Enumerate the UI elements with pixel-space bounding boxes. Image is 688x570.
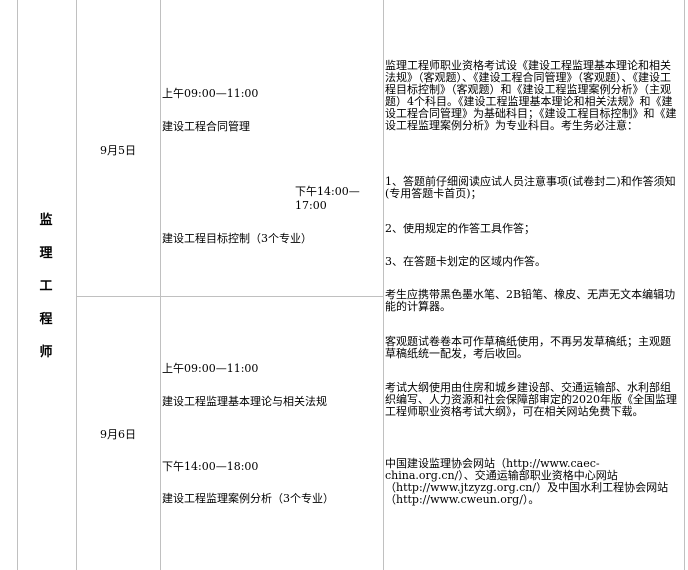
category-char-4: 程 [39,312,53,327]
afternoon-subject-sep-6: 建设工程监理案例分析（3个专业） [162,492,334,505]
morning-time-sep-6: 上午09:00—11:00 [162,362,259,375]
notes-outline: 考试大纲使用由住房和城乡建设部、交通运输部、水利部组织编写、人力资源和社会保障部… [385,381,677,418]
date-sep-6: 9月6日 [100,428,136,441]
table-divider-category [76,0,77,570]
category-char-3: 工 [39,279,53,294]
exam-schedule-table: 监 理 工 程 师 9月5日 上午09:00—11:00 建设工程合同管理 下午… [0,0,688,570]
afternoon-time-sep-5-line1: 下午14:00— [295,185,360,198]
afternoon-time-sep-5-line2: 17:00 [295,199,327,212]
table-border-left [17,0,18,570]
morning-time-sep-5: 上午09:00—11:00 [162,87,259,100]
notes-draft: 客观题试卷卷本可作草稿纸使用，不再另发草稿纸；主观题草稿纸统一配发，考后收回。 [385,335,671,360]
date-sep-5: 9月5日 [100,144,136,157]
morning-subject-sep-6: 建设工程监理基本理论与相关法规 [162,395,327,408]
table-divider-date [160,0,161,570]
notes-item-3: 3、在答题卡划定的区域内作答。 [385,255,546,268]
notes-tools: 考生应携带黑色墨水笔、2B铅笔、橡皮、无声无文本编辑功能的计算器。 [385,288,676,313]
afternoon-subject-sep-5: 建设工程目标控制（3个专业） [162,232,312,245]
afternoon-time-sep-6: 下午14:00—18:00 [162,460,259,473]
category-char-5: 师 [39,345,53,360]
table-divider-subject [383,0,384,570]
notes-sites: 中国建设监理协会网站（http://www.caec-china.org.cn/… [385,457,669,506]
table-row-divider [77,296,383,297]
table-border-right [684,0,685,570]
category-char-1: 监 [39,213,53,228]
notes-item-2: 2、使用规定的作答工具作答； [385,222,535,235]
category-char-2: 理 [39,246,53,261]
morning-subject-sep-5: 建设工程合同管理 [162,120,250,133]
notes-intro: 监理工程师职业资格考试设《建设工程监理基本理论和相关法规》（客观题）、《建设工程… [385,59,677,132]
notes-item-1: 1、答题前仔细阅读应试人员注意事项(试卷封二)和作答须知(专用答题卡首页)； [385,175,676,200]
